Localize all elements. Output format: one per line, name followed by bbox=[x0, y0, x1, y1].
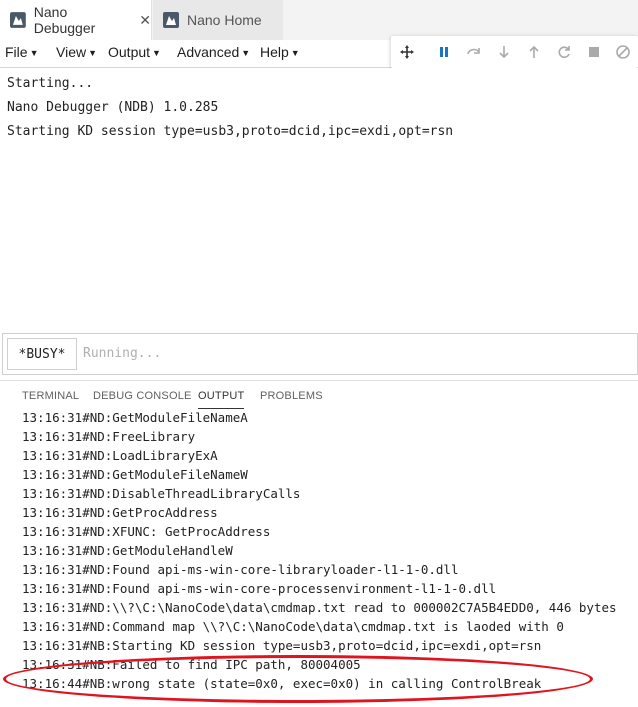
log-line: 13:16:31#NB:Failed to find IPC path, 800… bbox=[22, 657, 361, 672]
command-input[interactable]: Running... bbox=[83, 346, 161, 361]
log-line: 13:16:31#ND:FreeLibrary bbox=[22, 429, 196, 444]
log-line: 13:16:31#ND:GetModuleHandleW bbox=[22, 543, 233, 558]
log-line: 13:16:31#ND:GetProcAddress bbox=[22, 505, 218, 520]
console-line: Nano Debugger (NDB) 1.0.285 bbox=[7, 100, 219, 115]
tab-label: Nano Home bbox=[187, 12, 262, 28]
tab-debug-console[interactable]: DEBUG CONSOLE bbox=[93, 390, 192, 402]
app-logo-icon bbox=[10, 12, 26, 28]
disconnect-icon[interactable] bbox=[613, 42, 633, 62]
stop-icon[interactable] bbox=[584, 42, 604, 62]
log-line: 13:16:31#ND:GetModuleFileNameA bbox=[22, 412, 248, 425]
close-icon[interactable]: ✕ bbox=[139, 12, 151, 29]
menu-file[interactable]: File ▼ bbox=[5, 44, 38, 60]
chevron-down-icon: ▼ bbox=[88, 48, 98, 58]
pause-icon[interactable] bbox=[434, 42, 454, 62]
tab-problems[interactable]: PROBLEMS bbox=[260, 390, 323, 402]
menu-label: Advanced bbox=[177, 44, 240, 60]
debug-toolbar bbox=[391, 36, 638, 68]
chevron-down-icon: ▼ bbox=[29, 48, 39, 58]
menu-label: Output bbox=[108, 44, 151, 60]
output-panel: 13:16:31#ND:GetModuleFileNameA 13:16:31#… bbox=[0, 412, 638, 707]
step-into-icon[interactable] bbox=[494, 42, 514, 62]
menu-help[interactable]: Help ▼ bbox=[260, 44, 300, 60]
log-line: 13:16:44#NB:wrong state (state=0x0, exec… bbox=[22, 676, 542, 691]
tab-strip: Nano Debugger ✕ Nano Home bbox=[0, 0, 638, 40]
chevron-down-icon: ▼ bbox=[290, 48, 300, 58]
log-line: 13:16:31#ND:GetModuleFileNameW bbox=[22, 467, 248, 482]
menu-label: File bbox=[5, 44, 28, 60]
log-line: 13:16:31#ND:XFUNC: GetProcAddress bbox=[22, 524, 271, 539]
log-line: 13:16:31#ND:Found api-ms-win-core-librar… bbox=[22, 562, 459, 577]
menu-label: View bbox=[56, 44, 87, 60]
step-out-icon[interactable] bbox=[524, 42, 544, 62]
tab-output[interactable]: OUTPUT bbox=[198, 390, 245, 409]
log-line: 13:16:31#ND:LoadLibraryExA bbox=[22, 448, 218, 463]
console-line: Starting... bbox=[7, 76, 94, 91]
menu-output[interactable]: Output ▼ bbox=[108, 44, 161, 60]
menu-label: Help bbox=[260, 44, 289, 60]
restart-icon[interactable] bbox=[554, 42, 574, 62]
console-output: Starting... Nano Debugger (NDB) 1.0.285 … bbox=[0, 68, 638, 332]
log-line: 13:16:31#ND:Found api-ms-win-core-proces… bbox=[22, 581, 497, 596]
log-line: 13:16:31#ND:\\?\C:\NanoCode\data\cmdmap.… bbox=[22, 600, 617, 615]
panel-tabs: TERMINAL DEBUG CONSOLE OUTPUT PROBLEMS bbox=[0, 380, 638, 412]
menu-view[interactable]: View ▼ bbox=[56, 44, 97, 60]
command-bar: *BUSY* Running... bbox=[2, 333, 638, 375]
log-line: 13:16:31#NB:Starting KD session type=usb… bbox=[22, 638, 542, 653]
console-line: Starting KD session type=usb3,proto=dcid… bbox=[7, 124, 454, 139]
tab-label: Nano Debugger bbox=[33, 4, 96, 36]
status-badge: *BUSY* bbox=[7, 338, 77, 370]
tab-terminal[interactable]: TERMINAL bbox=[22, 390, 79, 402]
menu-advanced[interactable]: Advanced ▼ bbox=[177, 44, 250, 60]
step-over-icon[interactable] bbox=[464, 42, 484, 62]
chevron-down-icon: ▼ bbox=[241, 48, 251, 58]
move-handle-icon[interactable] bbox=[397, 42, 417, 62]
chevron-down-icon: ▼ bbox=[152, 48, 161, 58]
tab-nano-home[interactable]: Nano Home bbox=[153, 0, 283, 40]
app-logo-icon bbox=[163, 12, 179, 28]
log-line: 13:16:31#ND:Command map \\?\C:\NanoCode\… bbox=[22, 619, 564, 634]
tab-nano-debugger[interactable]: Nano Debugger ✕ bbox=[0, 0, 152, 40]
log-line: 13:16:31#ND:DisableThreadLibraryCalls bbox=[22, 486, 301, 501]
